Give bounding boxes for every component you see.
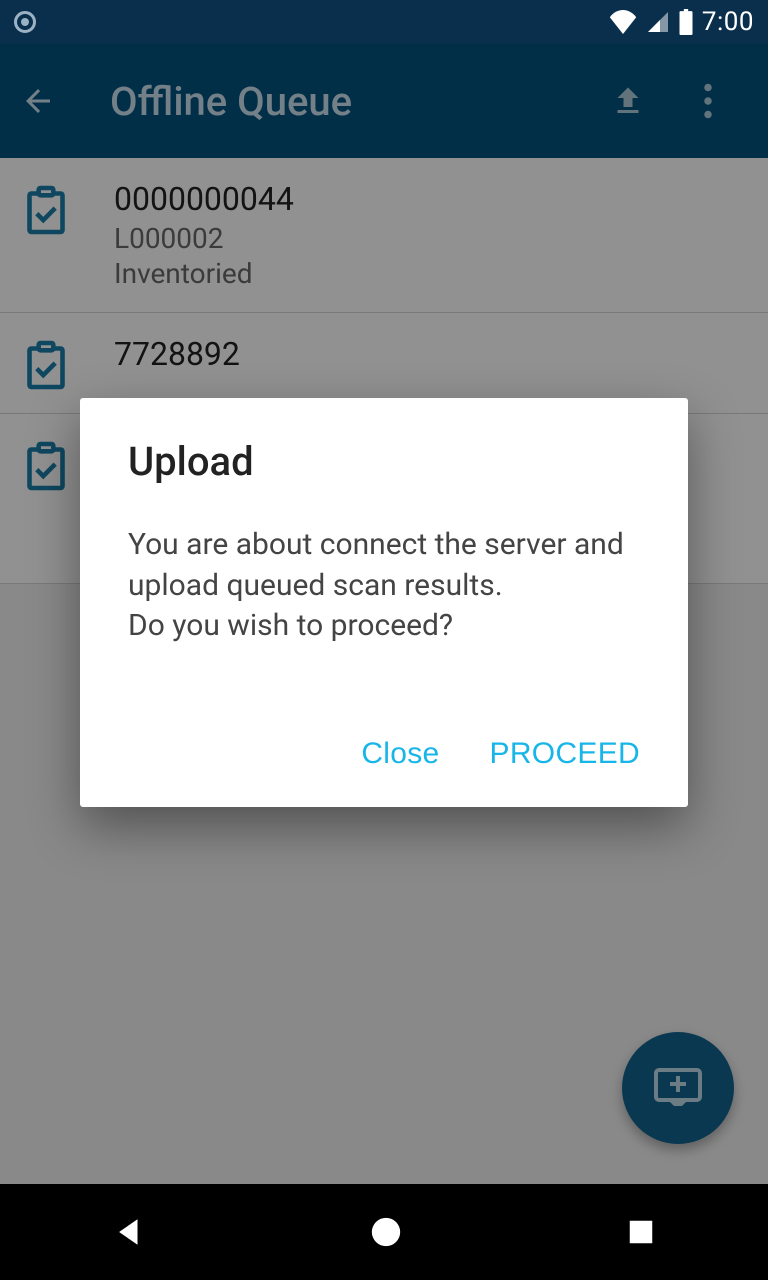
nav-recent-button[interactable] — [626, 1217, 656, 1247]
upload-dialog: Upload You are about connect the server … — [80, 398, 688, 807]
dialog-body: You are about connect the server and upl… — [128, 525, 640, 647]
nav-home-button[interactable] — [369, 1215, 403, 1249]
close-button[interactable]: Close — [361, 737, 439, 771]
dialog-title: Upload — [128, 438, 640, 485]
status-bar: 7:00 — [0, 0, 768, 44]
proceed-button[interactable]: PROCEED — [490, 737, 640, 771]
camera-ring-icon — [14, 11, 36, 33]
square-recent-icon — [626, 1217, 656, 1247]
system-nav-bar — [0, 1184, 768, 1280]
battery-icon — [678, 9, 694, 35]
circle-home-icon — [369, 1215, 403, 1249]
cell-signal-icon — [646, 10, 670, 34]
nav-back-button[interactable] — [112, 1215, 146, 1249]
triangle-back-icon — [112, 1215, 146, 1249]
status-time: 7:00 — [702, 7, 754, 37]
wifi-icon — [608, 10, 638, 34]
